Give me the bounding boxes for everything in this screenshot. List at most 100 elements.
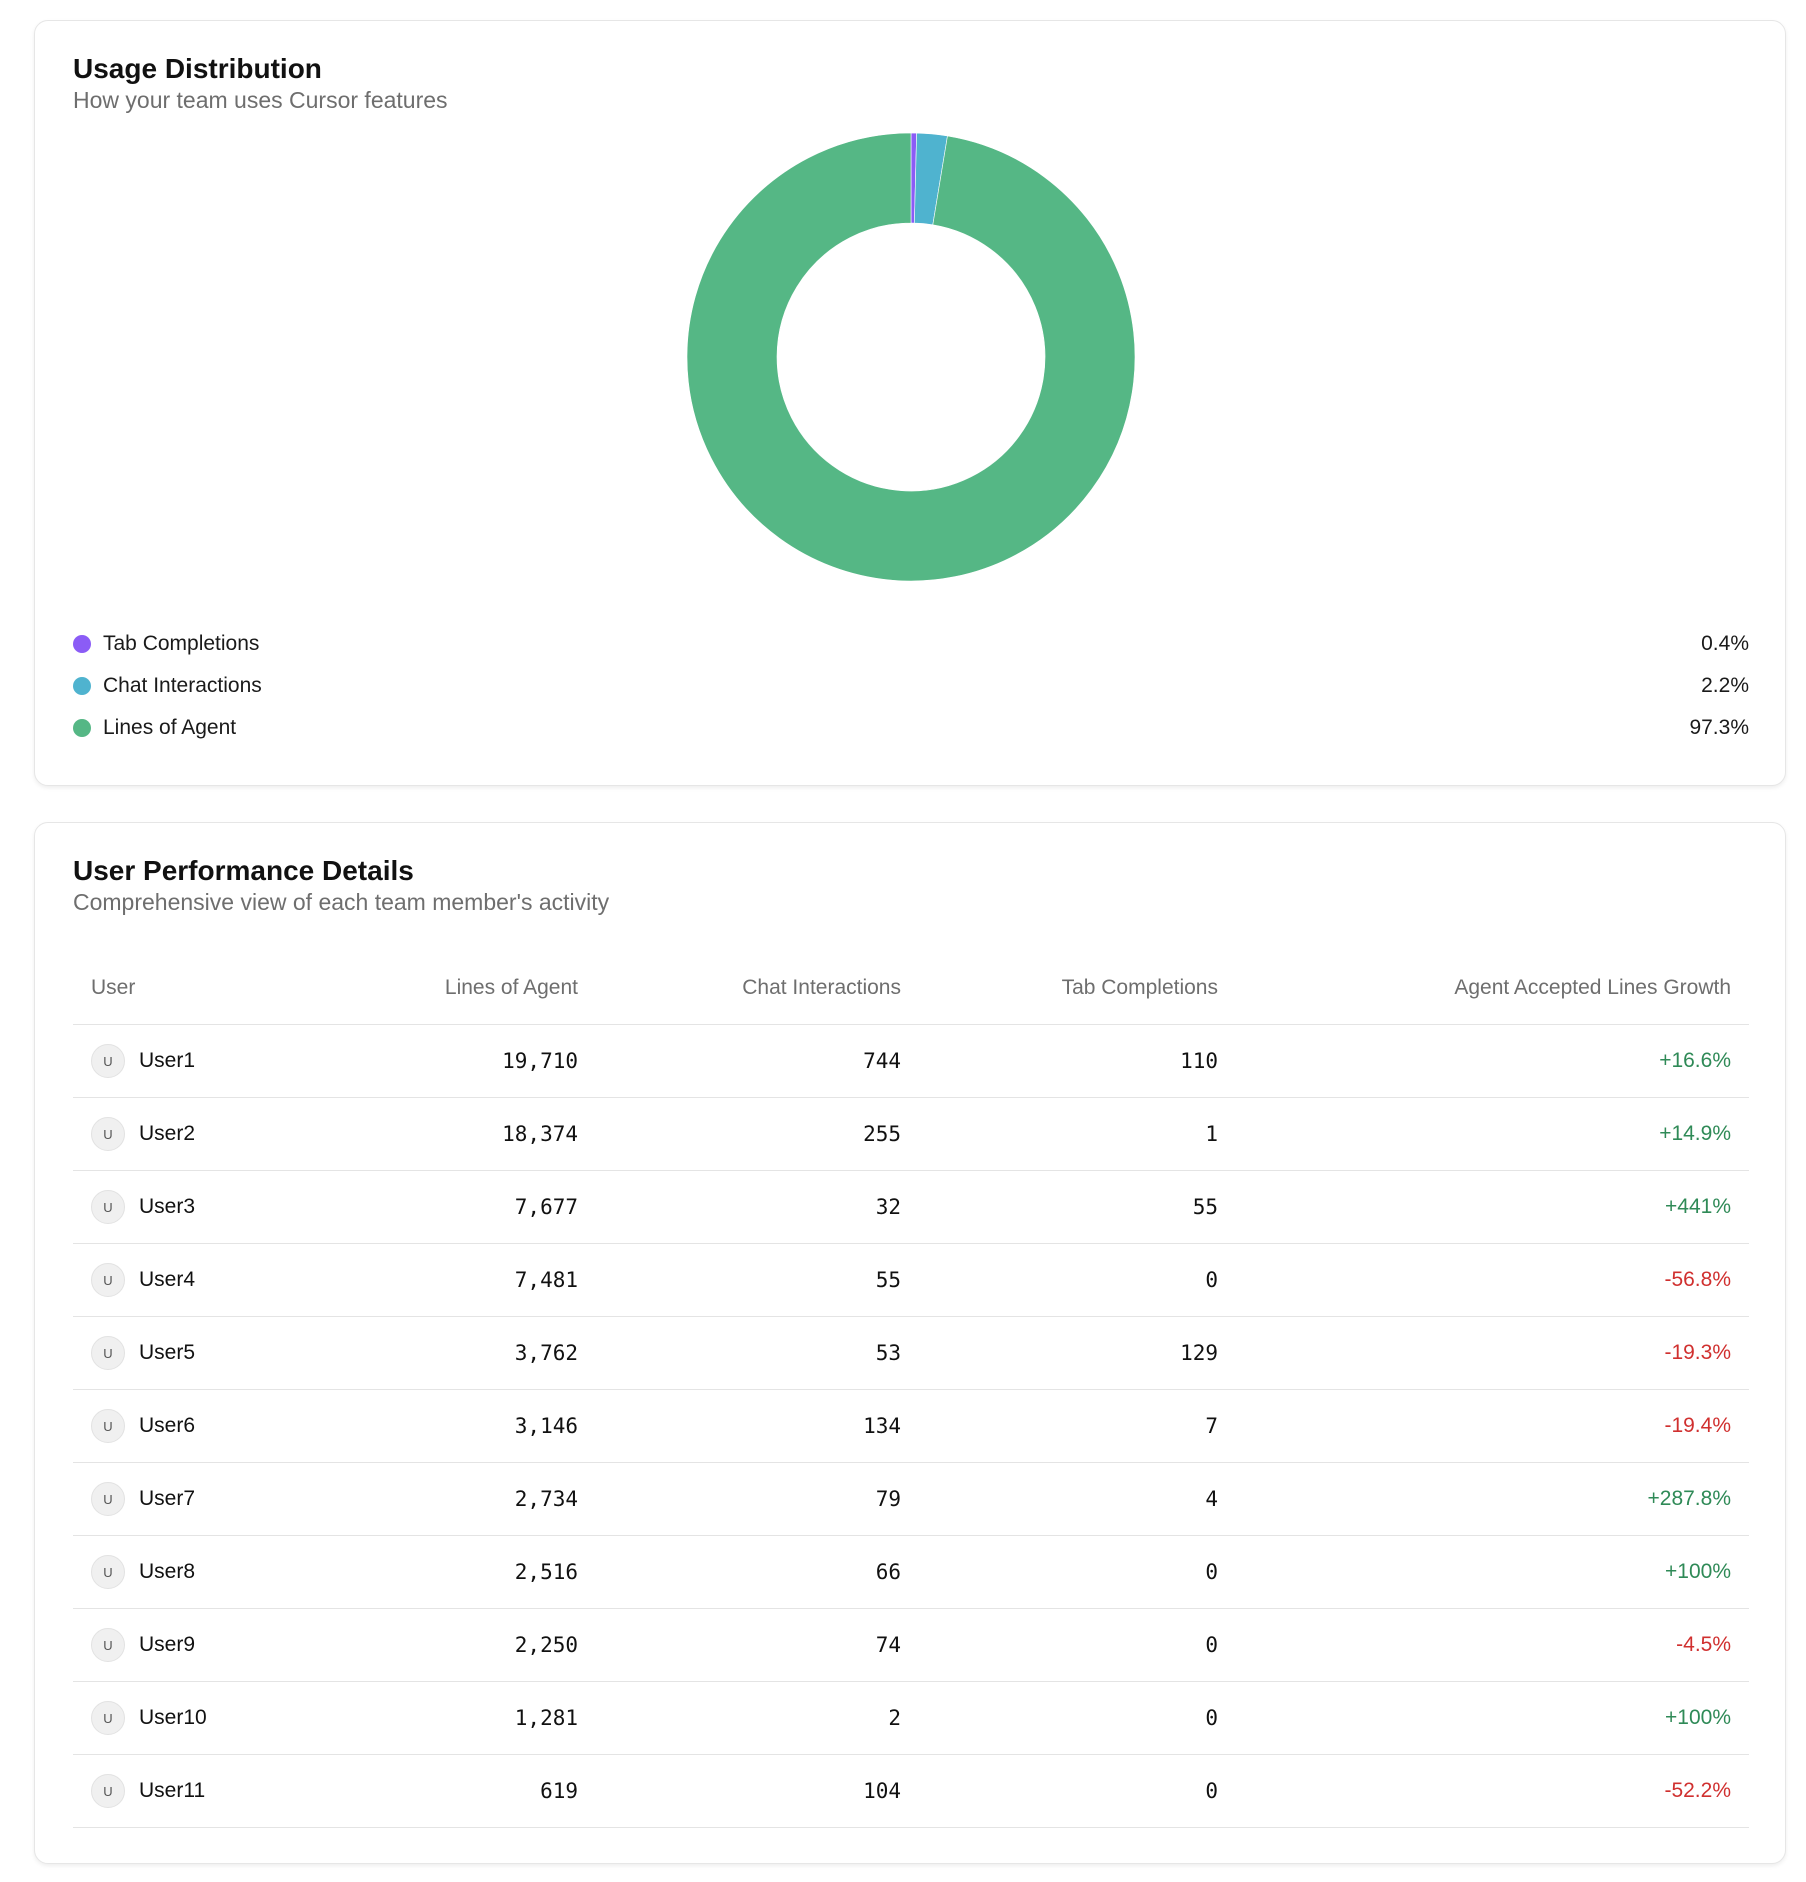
legend-value: 0.4% — [1701, 632, 1749, 655]
growth-cell: -52.2% — [1664, 1779, 1731, 1802]
table-row[interactable]: U User11 619 104 0 -52.2% — [73, 1755, 1749, 1828]
user-name: User1 — [139, 1049, 196, 1072]
table-row[interactable]: U User7 2,734 79 4 +287.8% — [73, 1463, 1749, 1536]
avatar: U — [91, 1628, 125, 1662]
growth-cell: -56.8% — [1664, 1268, 1731, 1291]
column-header-growth[interactable]: Agent Accepted Lines Growth — [1218, 976, 1731, 1000]
lines-cell: 7,481 — [514, 1268, 578, 1292]
lines-cell: 2,734 — [514, 1487, 578, 1511]
avatar: U — [91, 1482, 125, 1516]
donut-slice-lines-of-agent[interactable] — [686, 132, 1136, 582]
chat-cell: 79 — [875, 1487, 901, 1511]
avatar: U — [91, 1409, 125, 1443]
table-row[interactable]: U User2 18,374 255 1 +14.9% — [73, 1098, 1749, 1171]
column-header-user[interactable]: User — [73, 976, 363, 1000]
column-header-chat-interactions[interactable]: Chat Interactions — [578, 976, 901, 1000]
growth-cell: +16.6% — [1659, 1049, 1731, 1072]
chart-legend: Tab Completions 0.4% Chat Interactions 2… — [73, 623, 1749, 749]
table-row[interactable]: U User10 1,281 2 0 +100% — [73, 1682, 1749, 1755]
growth-cell: -19.4% — [1664, 1414, 1731, 1437]
tab-cell: 0 — [1205, 1706, 1218, 1730]
user-performance-card: User Performance Details Comprehensive v… — [34, 822, 1786, 1864]
avatar: U — [91, 1701, 125, 1735]
chat-cell: 744 — [863, 1049, 901, 1073]
tab-cell: 55 — [1192, 1195, 1218, 1219]
legend-dot-icon — [73, 677, 91, 695]
lines-cell: 1,281 — [514, 1706, 578, 1730]
legend-item-tab-completions: Tab Completions 0.4% — [73, 623, 1749, 665]
chat-cell: 104 — [863, 1779, 901, 1803]
user-name: User3 — [139, 1195, 196, 1218]
table-row[interactable]: U User8 2,516 66 0 +100% — [73, 1536, 1749, 1609]
legend-value: 2.2% — [1701, 674, 1749, 697]
table-row[interactable]: U User3 7,677 32 55 +441% — [73, 1171, 1749, 1244]
user-name: User7 — [139, 1487, 196, 1510]
legend-item-lines-of-agent: Lines of Agent 97.3% — [73, 707, 1749, 749]
user-name: User4 — [139, 1268, 196, 1291]
lines-cell: 2,516 — [514, 1560, 578, 1584]
avatar: U — [91, 1555, 125, 1589]
table-header: User Lines of Agent Chat Interactions Ta… — [73, 951, 1749, 1025]
tab-cell: 1 — [1205, 1122, 1218, 1146]
avatar: U — [91, 1117, 125, 1151]
growth-cell: -4.5% — [1676, 1633, 1731, 1656]
chat-cell: 55 — [875, 1268, 901, 1292]
legend-value: 97.3% — [1689, 716, 1749, 739]
tab-cell: 110 — [1180, 1049, 1218, 1073]
table-row[interactable]: U User5 3,762 53 129 -19.3% — [73, 1317, 1749, 1390]
lines-cell: 2,250 — [514, 1633, 578, 1657]
legend-dot-icon — [73, 635, 91, 653]
performance-subtitle: Comprehensive view of each team member's… — [73, 889, 610, 915]
tab-cell: 129 — [1180, 1341, 1218, 1365]
chat-cell: 74 — [875, 1633, 901, 1657]
legend-label: Chat Interactions — [103, 674, 262, 697]
user-name: User10 — [139, 1706, 207, 1729]
column-header-lines-of-agent[interactable]: Lines of Agent — [363, 976, 578, 1000]
growth-cell: +100% — [1665, 1560, 1731, 1583]
tab-cell: 4 — [1205, 1487, 1218, 1511]
user-name: User2 — [139, 1122, 196, 1145]
usage-donut-chart — [685, 131, 1137, 583]
user-name: User9 — [139, 1633, 196, 1656]
usage-distribution-card: Usage Distribution How your team uses Cu… — [34, 20, 1786, 786]
tab-cell: 0 — [1205, 1268, 1218, 1292]
table-row[interactable]: U User6 3,146 134 7 -19.4% — [73, 1390, 1749, 1463]
avatar: U — [91, 1044, 125, 1078]
tab-cell: 0 — [1205, 1779, 1218, 1803]
table-row[interactable]: U User1 19,710 744 110 +16.6% — [73, 1025, 1749, 1098]
chat-cell: 255 — [863, 1122, 901, 1146]
legend-dot-icon — [73, 719, 91, 737]
lines-cell: 619 — [540, 1779, 578, 1803]
chat-cell: 134 — [863, 1414, 901, 1438]
user-name: User8 — [139, 1560, 196, 1583]
legend-item-chat-interactions: Chat Interactions 2.2% — [73, 665, 1749, 707]
growth-cell: +441% — [1665, 1195, 1731, 1218]
tab-cell: 0 — [1205, 1633, 1218, 1657]
donut-svg — [686, 132, 1136, 582]
chat-cell: 2 — [888, 1706, 901, 1730]
user-name: User6 — [139, 1414, 196, 1437]
growth-cell: +14.9% — [1659, 1122, 1731, 1145]
column-header-tab-completions[interactable]: Tab Completions — [901, 976, 1218, 1000]
growth-cell: +287.8% — [1647, 1487, 1732, 1510]
lines-cell: 19,710 — [502, 1049, 578, 1073]
chat-cell: 66 — [875, 1560, 901, 1584]
tab-cell: 7 — [1205, 1414, 1218, 1438]
table-row[interactable]: U User4 7,481 55 0 -56.8% — [73, 1244, 1749, 1317]
usage-subtitle: How your team uses Cursor features — [73, 87, 448, 113]
legend-label: Tab Completions — [103, 632, 260, 655]
user-name: User11 — [139, 1779, 206, 1802]
user-performance-table: User Lines of Agent Chat Interactions Ta… — [73, 951, 1749, 1828]
lines-cell: 18,374 — [502, 1122, 578, 1146]
growth-cell: -19.3% — [1664, 1341, 1731, 1364]
lines-cell: 3,146 — [514, 1414, 578, 1438]
user-name: User5 — [139, 1341, 196, 1364]
avatar: U — [91, 1190, 125, 1224]
usage-title: Usage Distribution — [73, 53, 322, 84]
table-row[interactable]: U User9 2,250 74 0 -4.5% — [73, 1609, 1749, 1682]
chat-cell: 32 — [875, 1195, 901, 1219]
avatar: U — [91, 1263, 125, 1297]
avatar: U — [91, 1774, 125, 1808]
lines-cell: 7,677 — [514, 1195, 578, 1219]
chat-cell: 53 — [875, 1341, 901, 1365]
